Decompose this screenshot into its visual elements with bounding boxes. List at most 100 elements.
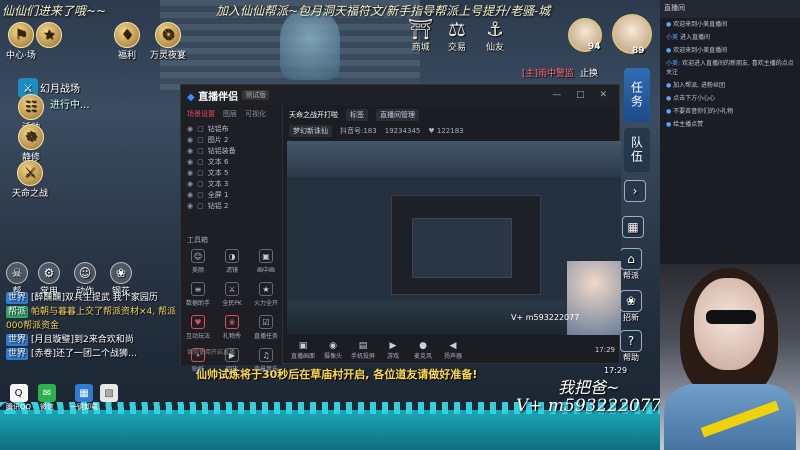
- chat-body: 欢迎来到小美直播间: [673, 21, 728, 28]
- tool-pip[interactable]: ▣ 画中画: [251, 249, 281, 274]
- chat-text: 帕朝与暮暮上交了帮派资材×4, 帮派: [31, 307, 177, 317]
- tab-visual[interactable]: 可视化: [245, 109, 266, 119]
- app-titlebar[interactable]: ◆ 直播伴侣 测试版 — □ ✕: [181, 85, 619, 105]
- streaming-app-window[interactable]: ◆ 直播伴侣 测试版 — □ ✕ 场景设置 图层 可视化 ◉ ▢ 钻铝布 ◉ ▢ 图片 …: [180, 84, 621, 373]
- recruit-button[interactable]: ❀ 招新: [620, 290, 642, 323]
- app-version: 测试版: [242, 90, 270, 100]
- feast-button[interactable]: ❂ 万灵夜宴: [150, 22, 186, 61]
- nested-preview-2: [412, 218, 512, 278]
- chat-message: ● 欢迎来到小美直播间: [660, 18, 800, 31]
- feast-label: 万灵夜宴: [150, 51, 187, 61]
- mall-button[interactable]: ⛩ 商城: [408, 18, 433, 53]
- eye-icon[interactable]: ◉: [187, 202, 193, 210]
- desktop-wechat[interactable]: ✉ 微信: [38, 384, 56, 412]
- layer-item[interactable]: ◉ ▢ 图片 2: [181, 134, 282, 145]
- center-button[interactable]: ⚑ 中心·场: [6, 22, 36, 61]
- desktop-qq-label: 腾讯QQ: [6, 403, 32, 411]
- smile-icon: ☺: [74, 262, 96, 284]
- tab-quests[interactable]: 任务: [624, 68, 650, 122]
- desktop-qq[interactable]: Q 腾讯QQ: [6, 384, 31, 412]
- app-footer-link[interactable]: 如何使用开启直播: [181, 345, 621, 363]
- destiny-battle-button[interactable]: ⚔ 天命之战: [12, 160, 48, 199]
- house-icon: ⌂: [620, 248, 642, 270]
- tab-team[interactable]: 队伍: [624, 128, 650, 172]
- flower-icon: ❀: [620, 290, 642, 312]
- tool-gift[interactable]: ❀ 礼物秀: [217, 315, 247, 340]
- gear-icon: ⚙: [38, 262, 60, 284]
- star-button[interactable]: ★: [36, 22, 62, 48]
- friends-label: 仙友: [486, 43, 505, 53]
- layer-label: 钻铝 2: [207, 201, 229, 210]
- tool-task[interactable]: ☑ 直播任务: [251, 315, 281, 340]
- meditate-button[interactable]: ☸ 静修: [18, 124, 44, 163]
- stream-chat-panel[interactable]: 直播间 ● 欢迎来到小美直播间 小美 进入直播间 ● 欢迎来到小美直播间 小美:…: [660, 0, 800, 264]
- guild-button[interactable]: ⌂ 帮派: [620, 248, 642, 281]
- grid-button[interactable]: ▦: [622, 216, 644, 238]
- layer-item[interactable]: ◉ ▢ 文本 6: [181, 156, 282, 167]
- live-preview[interactable]: V+ m593222077: [287, 141, 621, 335]
- layer-item[interactable]: ◉ ▢ 钻铝装备: [181, 145, 282, 156]
- banner-line-1: 仙仙们进来了哦~~: [2, 4, 107, 18]
- pip-icon: ▣: [259, 249, 273, 263]
- sword-icon: ⚔: [17, 160, 43, 186]
- layer-item[interactable]: ◉ ▢ 钻铝布: [181, 123, 282, 134]
- layer-item[interactable]: ◉ ▢ 钻铝 2: [181, 200, 282, 211]
- lock-icon[interactable]: ▢: [197, 169, 204, 177]
- chat-tag: 帮派: [6, 306, 29, 318]
- eye-icon[interactable]: ◉: [187, 191, 193, 199]
- tag-button[interactable]: 标签: [346, 109, 368, 121]
- layer-label: 全屏 1: [207, 190, 229, 199]
- tool-beauty[interactable]: ☺ 美颜: [183, 249, 213, 274]
- expand-button[interactable]: ›: [624, 180, 646, 202]
- layer-item[interactable]: ◉ ▢ 全屏 1: [181, 189, 282, 200]
- eye-icon[interactable]: ◉: [187, 169, 193, 177]
- lock-icon[interactable]: ▢: [197, 136, 204, 144]
- game-chat[interactable]: 世界 [醉醺醺]双兵生提武 我个家园历 帮派 帕朝与暮暮上交了帮派资材×4, 帮派 …: [6, 292, 186, 362]
- event-title: 幻月战场: [40, 84, 80, 95]
- desktop-uninstall[interactable]: ▦ 一键卸载: [70, 384, 98, 412]
- lock-icon[interactable]: ▢: [197, 202, 204, 210]
- eye-icon[interactable]: ◉: [187, 136, 193, 144]
- lock-icon[interactable]: ▢: [197, 147, 204, 155]
- signature-name: 我把爸~: [558, 378, 620, 397]
- welfare-button[interactable]: ♦ 福利: [114, 22, 140, 61]
- tab-scene[interactable]: 场景设置: [187, 109, 215, 119]
- welfare-label: 福利: [117, 51, 136, 61]
- skull-icon: ☠: [6, 262, 28, 284]
- eye-icon[interactable]: ◉: [187, 125, 193, 133]
- layer-item[interactable]: ◉ ▢ 文本 5: [181, 167, 282, 178]
- lock-icon[interactable]: ▢: [197, 125, 204, 133]
- tool-pk[interactable]: ⚔ 全民PK: [217, 282, 247, 307]
- help-button[interactable]: ? 帮助: [620, 330, 642, 363]
- eye-icon[interactable]: ◉: [187, 180, 193, 188]
- chat-text: 000帮派资金: [6, 321, 60, 331]
- desktop-wechat-label: 微信: [40, 403, 54, 411]
- tool-data[interactable]: ≡ 数据助手: [183, 282, 213, 307]
- layer-label: 文本 5: [207, 168, 229, 177]
- tool-interactive[interactable]: ♥ 互动玩法: [183, 315, 213, 340]
- eye-icon[interactable]: ◉: [187, 158, 193, 166]
- lock-icon[interactable]: ▢: [197, 191, 204, 199]
- uninstall-icon: ▦: [75, 384, 93, 402]
- center-label: 中心·场: [6, 51, 36, 61]
- tool-row: ≡ 数据助手 ⚔ 全民PK ★ 火力全开: [181, 282, 283, 307]
- room-manage-button[interactable]: 直播间管理: [376, 109, 419, 121]
- quest-hint[interactable]: [主]雨中警监: [522, 66, 574, 79]
- tab-layers[interactable]: 图层: [223, 109, 237, 119]
- tool-filter[interactable]: ◑ 滤镜: [217, 249, 247, 274]
- lock-icon[interactable]: ▢: [197, 180, 204, 188]
- tool-label: 直播任务: [253, 333, 278, 340]
- tool-fire[interactable]: ★ 火力全开: [251, 282, 281, 307]
- lock-icon[interactable]: ▢: [197, 158, 204, 166]
- friends-button[interactable]: ⚓ 仙友: [486, 18, 504, 53]
- window-controls[interactable]: — □ ✕: [552, 90, 613, 100]
- trade-button[interactable]: ⚖ 交易: [448, 18, 466, 53]
- desktop-file[interactable]: ▧: [100, 384, 118, 402]
- stream-title[interactable]: 天命之战开打啦: [289, 110, 338, 120]
- layer-label: 文本 3: [207, 179, 229, 188]
- game-category[interactable]: 梦幻新诛仙: [289, 125, 332, 137]
- layer-item[interactable]: ◉ ▢ 文本 3: [181, 178, 282, 189]
- chat-text: [赤卷]还了一团二个战狮…: [31, 349, 138, 359]
- nested-preview: [391, 195, 541, 295]
- eye-icon[interactable]: ◉: [187, 147, 193, 155]
